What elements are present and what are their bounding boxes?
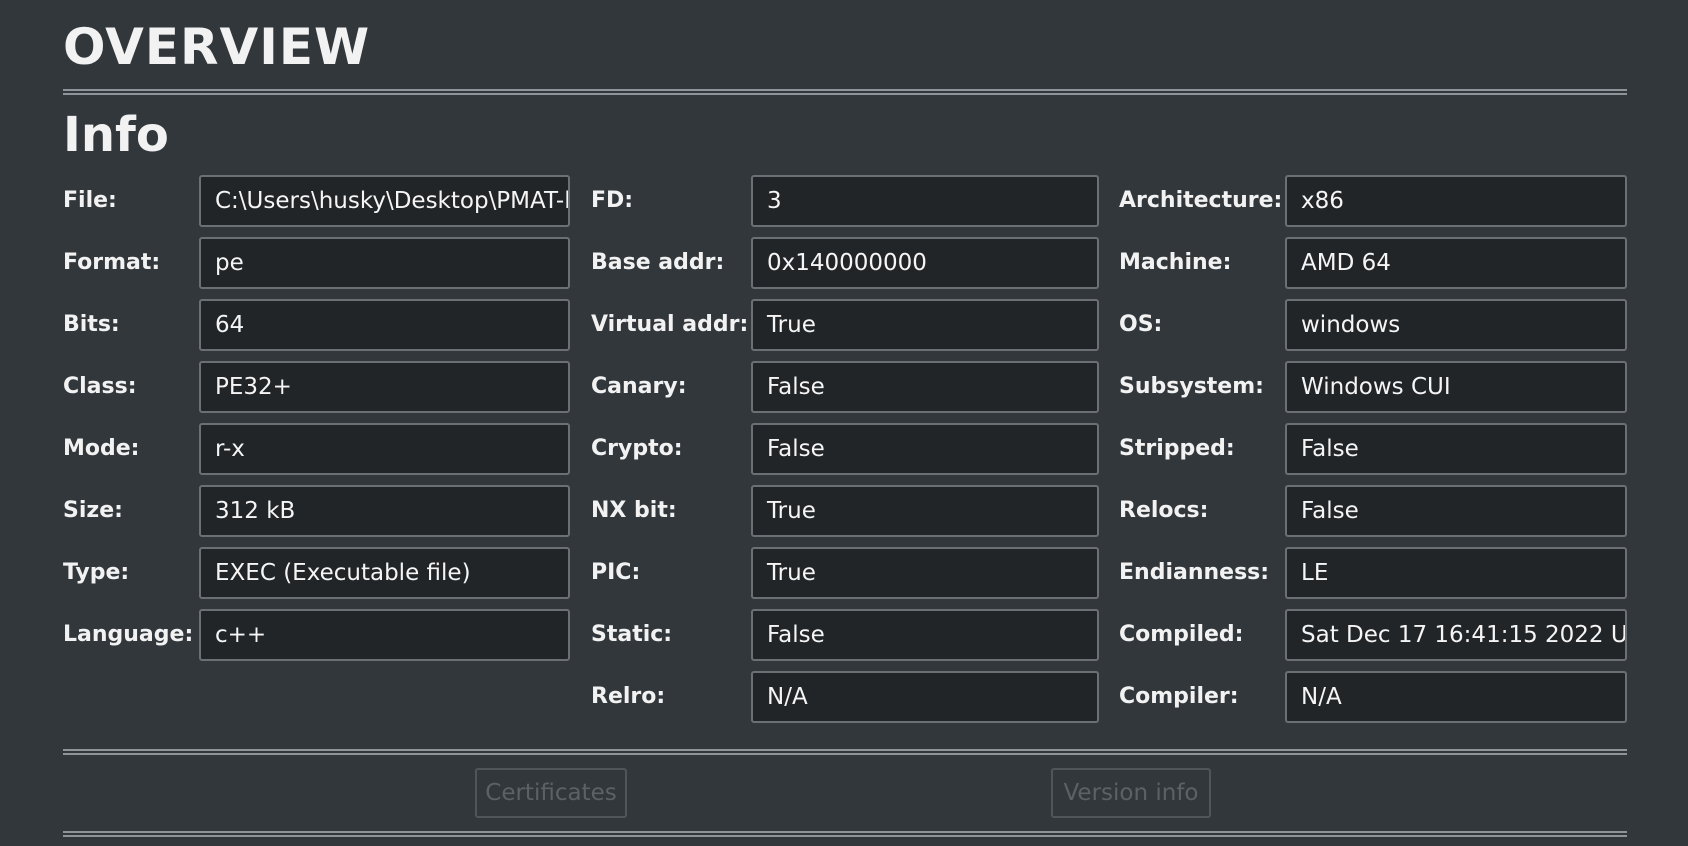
endianness-label: Endianness: [1119,560,1270,585]
pic-label: PIC: [591,560,641,585]
certificates-button[interactable]: Certificates [475,768,627,818]
virtual-addr-label: Virtual addr: [591,312,749,337]
mode-label: Mode: [63,436,140,461]
compiled-field[interactable]: Sat Dec 17 16:41:15 2022 UTC-8 [1285,609,1627,661]
type-label: Type: [63,560,130,585]
size-label: Size: [63,498,123,523]
format-field[interactable]: pe [199,237,570,289]
nx-bit-field[interactable]: True [751,485,1099,537]
relro-label: Relro: [591,684,666,709]
virtual-addr-field[interactable]: True [751,299,1099,351]
compiler-field[interactable]: N/A [1285,671,1627,723]
architecture-label: Architecture: [1119,188,1283,213]
endianness-field[interactable]: LE [1285,547,1627,599]
format-label: Format: [63,250,161,275]
architecture-field[interactable]: x86 [1285,175,1627,227]
static-field[interactable]: False [751,609,1099,661]
type-field[interactable]: EXEC (Executable file) [199,547,570,599]
size-field[interactable]: 312 kB [199,485,570,537]
machine-field[interactable]: AMD 64 [1285,237,1627,289]
crypto-field[interactable]: False [751,423,1099,475]
static-label: Static: [591,622,673,647]
compiled-label: Compiled: [1119,622,1244,647]
file-label: File: [63,188,117,213]
overview-panel: OVERVIEW Info File: C:\Users\husky\Deskto… [0,0,1688,846]
info-heading: Info [63,107,169,163]
canary-field[interactable]: False [751,361,1099,413]
relocs-field[interactable]: False [1285,485,1627,537]
relro-field[interactable]: N/A [751,671,1099,723]
stripped-field[interactable]: False [1285,423,1627,475]
compiler-label: Compiler: [1119,684,1239,709]
class-label: Class: [63,374,137,399]
canary-label: Canary: [591,374,687,399]
os-label: OS: [1119,312,1163,337]
mode-field[interactable]: r-x [199,423,570,475]
bits-field[interactable]: 64 [199,299,570,351]
fd-label: FD: [591,188,634,213]
crypto-label: Crypto: [591,436,683,461]
base-addr-field[interactable]: 0x140000000 [751,237,1099,289]
version-info-button[interactable]: Version info [1051,768,1211,818]
stripped-label: Stripped: [1119,436,1235,461]
overview-heading: OVERVIEW [63,18,371,76]
divider-bottom [63,831,1627,837]
language-field[interactable]: c++ [199,609,570,661]
divider-middle [63,749,1627,755]
bits-label: Bits: [63,312,120,337]
pic-field[interactable]: True [751,547,1099,599]
divider-top [63,89,1627,95]
subsystem-field[interactable]: Windows CUI [1285,361,1627,413]
base-addr-label: Base addr: [591,250,725,275]
fd-field[interactable]: 3 [751,175,1099,227]
os-field[interactable]: windows [1285,299,1627,351]
subsystem-label: Subsystem: [1119,374,1264,399]
nx-bit-label: NX bit: [591,498,677,523]
relocs-label: Relocs: [1119,498,1209,523]
file-field[interactable]: C:\Users\husky\Desktop\PMAT-labs [199,175,570,227]
language-label: Language: [63,622,194,647]
class-field[interactable]: PE32+ [199,361,570,413]
machine-label: Machine: [1119,250,1232,275]
